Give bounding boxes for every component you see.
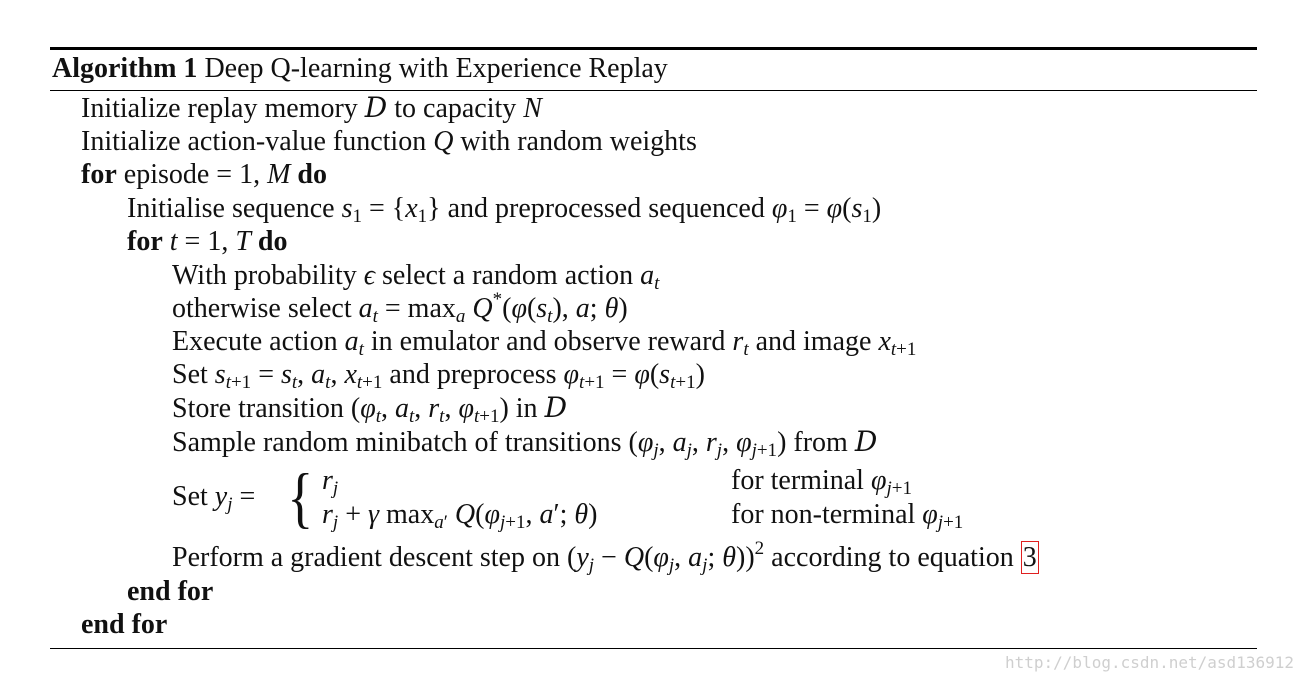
line-store: Store transition (φt, at, rt, φt+1) in D	[172, 391, 568, 427]
algorithm-caption: Algorithm 1 Deep Q-learning with Experie…	[52, 52, 668, 86]
equation-ref-link[interactable]: 3	[1020, 541, 1039, 574]
line-end-for-inner: end for	[127, 576, 214, 607]
line-for-episode: for episode = 1, M do	[81, 159, 327, 190]
line-epsilon: With probability ϵ select a random actio…	[172, 260, 660, 294]
watermark: http://blog.csdn.net/asd136912	[1005, 653, 1294, 672]
case-terminal-condition: for terminal φj+1	[731, 465, 912, 499]
line-otherwise: otherwise select at = maxa Q*(φ(st), a; …	[172, 289, 628, 327]
brace: {	[287, 459, 314, 535]
line-sample: Sample random minibatch of transitions (…	[172, 425, 878, 461]
case-nonterminal-value: rj + γ maxa′ Q(φj+1, a′; θ)	[322, 499, 598, 533]
line-init-q: Initialize action-value function Q with …	[81, 126, 697, 157]
line-end-for-outer: end for	[81, 609, 168, 640]
case-nonterminal-condition: for non-terminal φj+1	[731, 499, 964, 533]
line-set-state: Set st+1 = st, at, xt+1 and preprocess φ…	[172, 359, 705, 393]
line-execute: Execute action at in emulator and observ…	[172, 326, 917, 360]
line-for-t: for t = 1, T do	[127, 226, 288, 257]
top-rule	[50, 47, 1257, 50]
case-terminal-value: rj	[322, 465, 339, 499]
bottom-rule	[50, 648, 1257, 649]
line-gradient: Perform a gradient descent step on (yj −…	[172, 538, 1039, 576]
caption-rule	[50, 90, 1257, 91]
algorithm-label: Algorithm 1	[52, 53, 198, 84]
algorithm-title: Deep Q-learning with Experience Replay	[204, 53, 668, 84]
line-init-sequence: Initialise sequence s1 = {x1} and prepro…	[127, 193, 882, 227]
line-init-memory: Initialize replay memory D to capacity N	[81, 91, 542, 125]
